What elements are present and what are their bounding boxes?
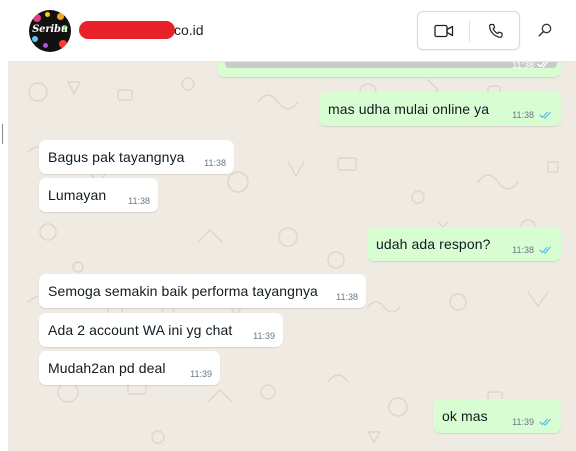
voice-call-button[interactable] (470, 12, 521, 49)
message-time: 11:38 (128, 196, 150, 206)
double-check-icon (539, 111, 551, 119)
image-message[interactable]: 11:38 (217, 62, 561, 77)
message-bubble[interactable]: udah ada respon? 11:38 (367, 227, 561, 261)
search-icon (538, 23, 552, 37)
message-bubble[interactable]: ok mas 11:39 (433, 399, 561, 433)
double-check-icon (539, 418, 551, 426)
message-time: 11:38 (512, 110, 534, 120)
contact-name-redaction (79, 21, 175, 39)
avatar-logo-text: Seribu (32, 24, 68, 35)
message-time: 11:38 (512, 62, 534, 70)
double-check-icon (539, 246, 551, 254)
search-button[interactable] (533, 18, 557, 42)
message-bubble[interactable]: Mudah2an pd deal 11:39 (39, 351, 220, 385)
double-check-icon (537, 62, 549, 68)
message-text: udah ada respon? (376, 236, 491, 252)
message-text: Mudah2an pd deal (48, 360, 166, 376)
image-thumbnail[interactable] (225, 62, 557, 68)
message-time: 11:39 (512, 417, 534, 427)
message-bubble[interactable]: Bagus pak tayangnya 11:38 (39, 140, 234, 174)
message-time: 11:38 (512, 245, 534, 255)
message-text: Lumayan (48, 187, 107, 203)
message-text: ok mas (442, 408, 488, 424)
phone-icon (488, 23, 503, 38)
avatar[interactable]: Seribu (29, 10, 71, 52)
left-edge (0, 0, 8, 451)
message-text: Semoga semakin baik performa tayangnya (48, 283, 318, 299)
message-time: 11:39 (253, 331, 275, 341)
call-button-group (417, 11, 520, 50)
contact-name[interactable]: co.id (174, 22, 204, 38)
message-time: 11:39 (190, 369, 212, 379)
video-call-button[interactable] (418, 12, 469, 49)
message-text: mas udha mulai online ya (328, 101, 490, 117)
message-bubble[interactable]: Lumayan 11:38 (39, 178, 158, 212)
video-camera-icon (433, 24, 453, 37)
message-time: 11:38 (204, 158, 226, 168)
message-bubble[interactable]: Ada 2 account WA ini yg chat 11:39 (39, 313, 283, 347)
message-time: 11:38 (336, 292, 358, 302)
message-bubble[interactable]: mas udha mulai online ya 11:38 (319, 92, 561, 126)
message-text: Ada 2 account WA ini yg chat (48, 322, 233, 338)
chat-pane[interactable]: 11:38 mas udha mulai online ya 11:38 Bag… (8, 62, 576, 451)
window-edge-marker (2, 124, 3, 144)
message-bubble[interactable]: Semoga semakin baik performa tayangnya 1… (39, 274, 366, 308)
message-text: Bagus pak tayangnya (48, 149, 185, 165)
chat-header: Seribu co.id (8, 0, 576, 62)
